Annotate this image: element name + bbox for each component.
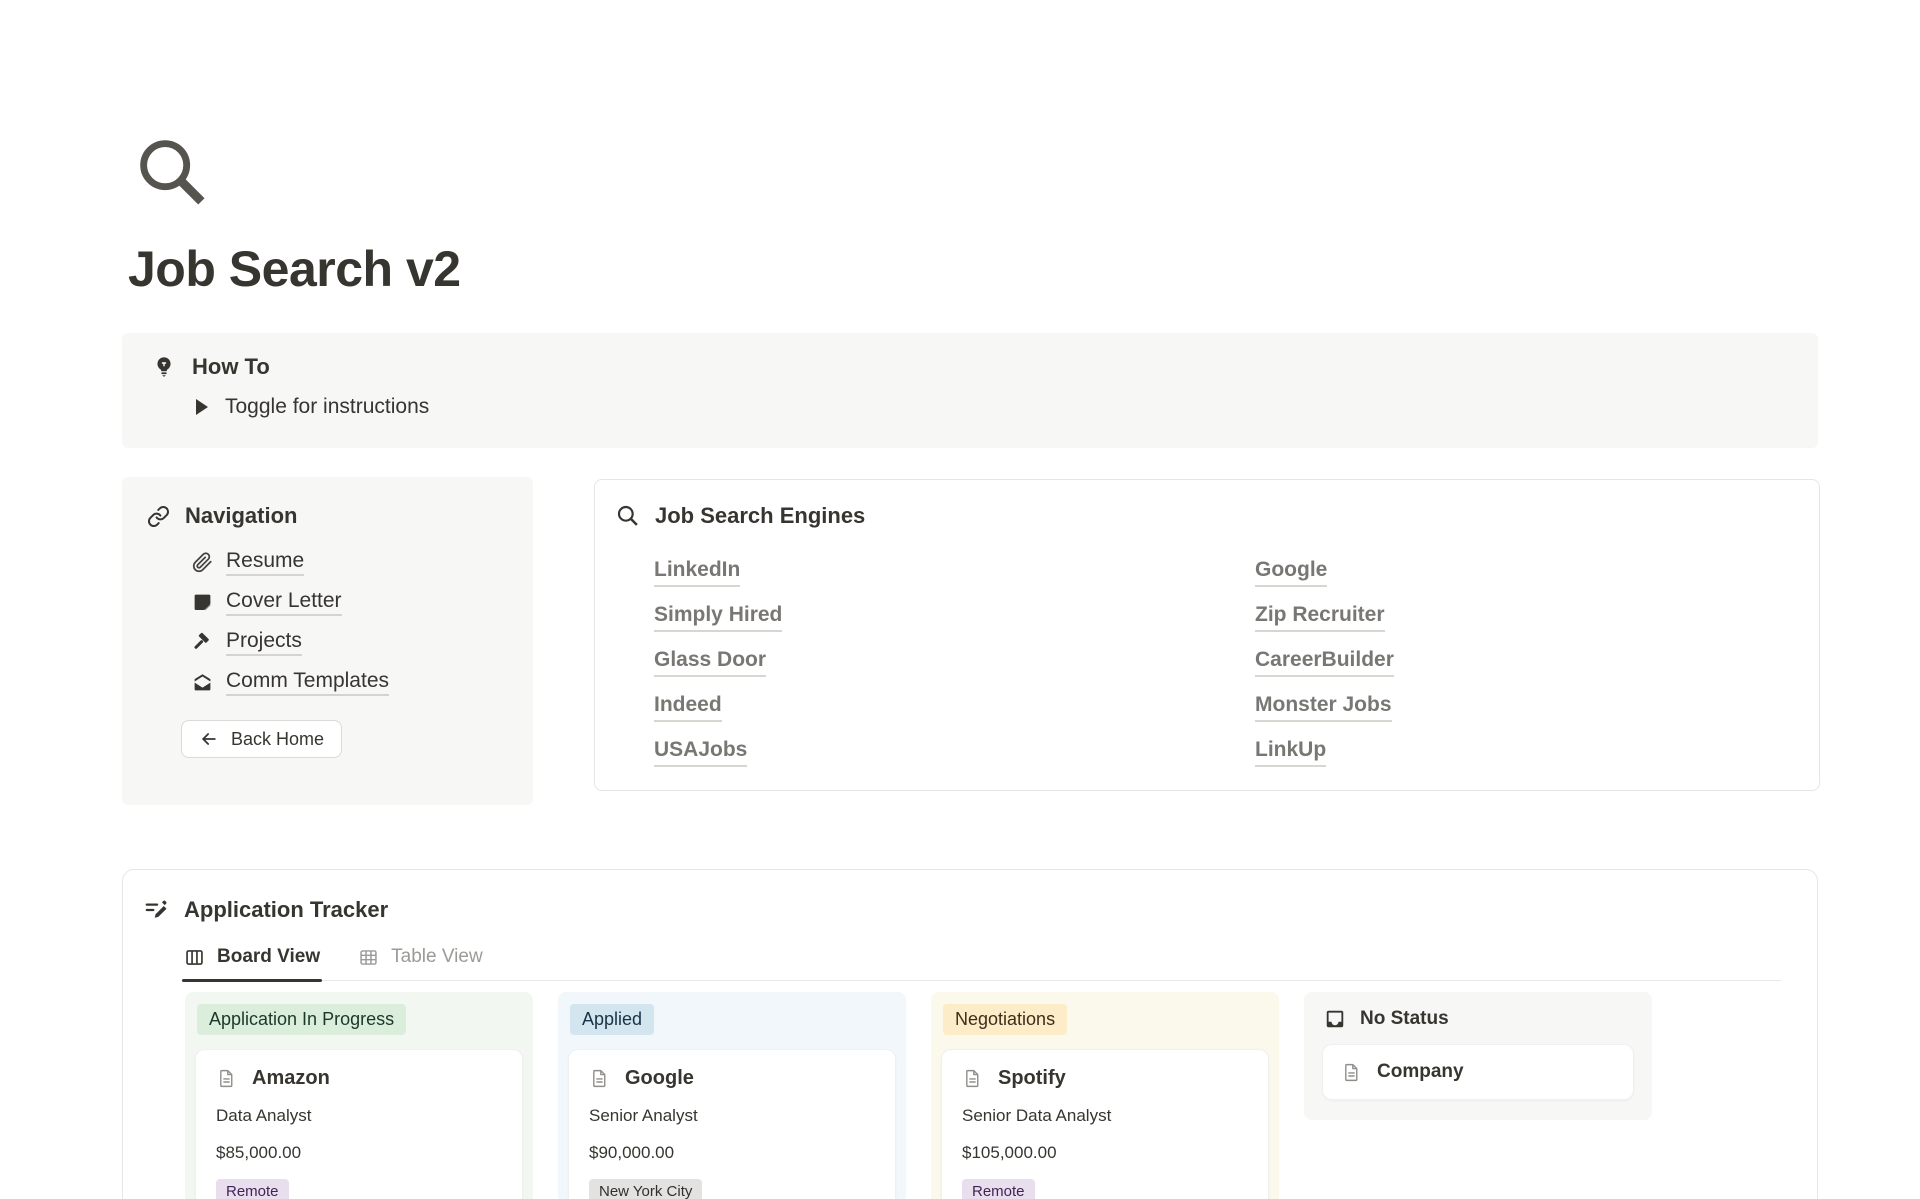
back-home-button[interactable]: Back Home — [181, 720, 342, 758]
inbox-icon — [1324, 1008, 1346, 1030]
paperclip-icon — [192, 552, 213, 573]
nav-item-cover-letter: Cover Letter — [192, 588, 533, 616]
back-home-label: Back Home — [231, 729, 324, 750]
table-view-icon — [358, 947, 379, 968]
cover-letter-link[interactable]: Cover Letter — [226, 589, 342, 616]
glass-door-link[interactable]: Glass Door — [654, 646, 766, 677]
application-tracker-title: Application Tracker — [184, 897, 388, 923]
lightbulb-icon — [152, 355, 176, 379]
job-card-company[interactable]: Company — [1322, 1044, 1634, 1100]
card-location-badge: Remote — [962, 1179, 1035, 1199]
page-icon — [1341, 1062, 1362, 1083]
nav-item-resume: Resume — [192, 548, 533, 576]
card-location-badge: Remote — [216, 1179, 289, 1199]
mail-open-icon — [192, 672, 213, 693]
status-badge: Application In Progress — [197, 1004, 406, 1035]
board-view-label: Board View — [217, 946, 320, 968]
instructions-toggle[interactable]: Toggle for instructions — [196, 395, 1818, 419]
status-badge: Applied — [570, 1004, 654, 1035]
usajobs-link[interactable]: USAJobs — [654, 736, 747, 767]
note-icon — [192, 592, 213, 613]
monster-jobs-link[interactable]: Monster Jobs — [1255, 691, 1392, 722]
card-role: Senior Analyst — [589, 1106, 875, 1126]
job-card-google[interactable]: Google Senior Analyst $90,000.00 New Yor… — [568, 1049, 896, 1199]
search-icon — [615, 503, 641, 529]
toggle-label: Toggle for instructions — [225, 395, 429, 419]
arrow-left-icon — [199, 729, 219, 749]
card-salary: $105,000.00 — [962, 1143, 1248, 1163]
indeed-link[interactable]: Indeed — [654, 691, 722, 722]
page-title: Job Search v2 — [128, 240, 461, 298]
card-role: Data Analyst — [216, 1106, 502, 1126]
compose-icon — [143, 897, 169, 923]
careerbuilder-link[interactable]: CareerBuilder — [1255, 646, 1394, 677]
card-company: Google — [625, 1067, 694, 1090]
card-role: Senior Data Analyst — [962, 1106, 1248, 1126]
card-company: Spotify — [998, 1067, 1066, 1090]
kanban-board: Application In Progress Amazon Data Anal — [185, 992, 1652, 1199]
hammer-icon — [192, 632, 213, 653]
card-salary: $90,000.00 — [589, 1143, 875, 1163]
tab-table-view[interactable]: Table View — [356, 940, 485, 980]
table-view-label: Table View — [391, 946, 483, 968]
column-no-status: No Status Company — [1304, 992, 1652, 1120]
tab-board-view[interactable]: Board View — [182, 940, 322, 980]
view-tabs: Board View Table View — [182, 940, 1781, 981]
engine-links-left: LinkedIn Simply Hired Glass Door Indeed … — [654, 556, 782, 767]
how-to-callout: How To Toggle for instructions — [122, 333, 1818, 448]
column-negotiations: Negotiations Spotify Senior Data Analyst — [931, 992, 1279, 1199]
card-salary: $85,000.00 — [216, 1143, 502, 1163]
application-tracker-panel: Application Tracker Board View — [122, 869, 1818, 1199]
page-icon — [962, 1068, 983, 1089]
page-magnifier-icon — [131, 131, 213, 213]
navigation-panel: Navigation Resume Cover Letter — [122, 477, 533, 805]
card-company: Amazon — [252, 1067, 330, 1090]
linkup-link[interactable]: LinkUp — [1255, 736, 1326, 767]
nav-item-comm-templates: Comm Templates — [192, 668, 533, 696]
card-location-badge: New York City — [589, 1179, 702, 1199]
board-view-icon — [184, 947, 205, 968]
page-icon — [216, 1068, 237, 1089]
column-applied: Applied Google Senior Analyst — [558, 992, 906, 1199]
comm-templates-link[interactable]: Comm Templates — [226, 669, 389, 696]
column-application-in-progress: Application In Progress Amazon Data Anal — [185, 992, 533, 1199]
job-card-spotify[interactable]: Spotify Senior Data Analyst $105,000.00 … — [941, 1049, 1269, 1199]
no-status-label: No Status — [1360, 1008, 1449, 1030]
link-icon — [147, 505, 170, 528]
projects-link[interactable]: Projects — [226, 629, 302, 656]
job-card-amazon[interactable]: Amazon Data Analyst $85,000.00 Remote — [195, 1049, 523, 1199]
resume-link[interactable]: Resume — [226, 549, 304, 576]
card-company: Company — [1377, 1061, 1464, 1083]
how-to-title: How To — [192, 354, 270, 380]
status-badge: Negotiations — [943, 1004, 1067, 1035]
simply-hired-link[interactable]: Simply Hired — [654, 601, 782, 632]
engine-links-right: Google Zip Recruiter CareerBuilder Monst… — [1255, 556, 1394, 767]
job-search-engines-title: Job Search Engines — [655, 503, 865, 529]
job-search-engines-panel: Job Search Engines LinkedIn Simply Hired… — [594, 479, 1820, 791]
google-link[interactable]: Google — [1255, 556, 1327, 587]
page-icon — [589, 1068, 610, 1089]
zip-recruiter-link[interactable]: Zip Recruiter — [1255, 601, 1385, 632]
nav-item-projects: Projects — [192, 628, 533, 656]
page: Job Search v2 How To Toggle for instruct… — [0, 0, 1920, 1199]
linkedin-link[interactable]: LinkedIn — [654, 556, 740, 587]
toggle-arrow-icon — [196, 399, 208, 415]
navigation-title: Navigation — [185, 503, 297, 529]
